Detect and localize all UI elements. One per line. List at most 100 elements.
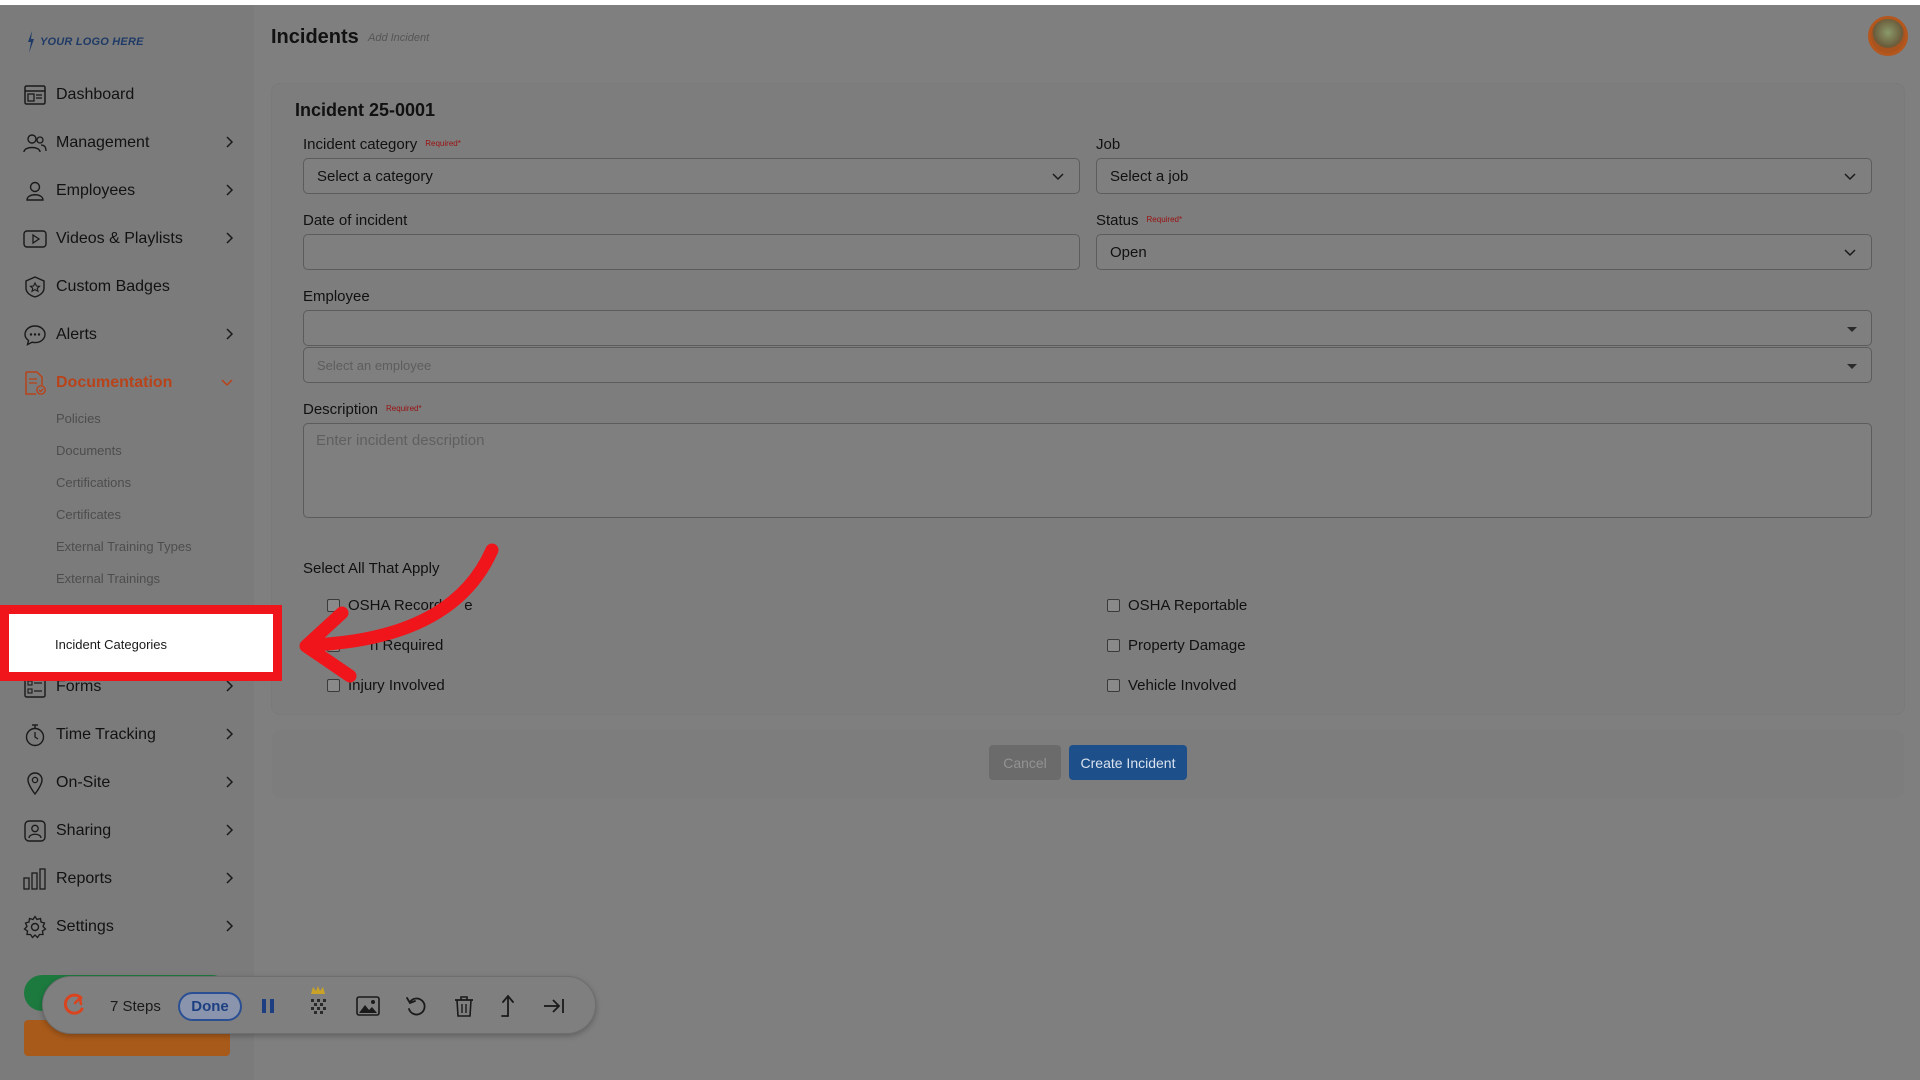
checkbox-injury-involved[interactable]: Injury Involved — [327, 677, 445, 694]
checkbox-property-damage[interactable]: Property Damage — [1107, 637, 1246, 654]
badge-icon — [22, 274, 48, 300]
sidebar-subitem-certificates[interactable]: Certificates — [56, 507, 121, 522]
status-select[interactable]: Open — [1096, 234, 1872, 270]
sidebar-item-label: Employees — [56, 182, 136, 199]
date-of-incident-input[interactable] — [303, 234, 1080, 270]
checkbox-box[interactable] — [327, 599, 340, 612]
blur-icon[interactable] — [305, 985, 331, 1019]
sidebar-item-settings[interactable]: Settings — [22, 912, 242, 942]
cancel-button[interactable]: Cancel — [989, 745, 1061, 780]
employee-search-select[interactable]: Select an employee — [303, 347, 1872, 383]
sidebar-item-alerts[interactable]: Alerts — [22, 320, 242, 350]
checkbox-box[interactable] — [327, 639, 340, 652]
checkbox-label: n Required — [370, 637, 444, 654]
trash-icon[interactable] — [451, 993, 477, 1019]
sidebar-subitem-policies[interactable]: Policies — [56, 411, 101, 426]
sidebar-subitem-external-trainings[interactable]: External Trainings — [56, 571, 160, 586]
sidebar-subitem-documents[interactable]: Documents — [56, 443, 122, 458]
sidebar: YOUR LOGO HERE Dashboard Management Empl… — [0, 5, 254, 1080]
incident-category-select[interactable]: Select a category — [303, 158, 1080, 194]
dropdown-caret-icon — [1847, 327, 1857, 332]
incident-title: Incident 25-0001 — [295, 100, 436, 120]
sidebar-item-label: Documentation — [56, 374, 173, 391]
sidebar-item-label: Management — [56, 134, 150, 151]
sharing-icon — [22, 818, 48, 844]
sidebar-item-videos-playlists[interactable]: Videos & Playlists — [22, 224, 242, 254]
description-textarea[interactable]: Enter incident description — [303, 423, 1872, 518]
sidebar-subitem-certifications[interactable]: Certifications — [56, 475, 131, 490]
undo-icon[interactable] — [403, 993, 429, 1019]
logo-text: YOUR LOGO HERE — [40, 36, 144, 48]
page-title: Incidents — [271, 26, 359, 48]
stopwatch-icon — [22, 722, 48, 748]
employee-select[interactable] — [303, 310, 1872, 346]
skip-to-end-icon[interactable] — [541, 993, 567, 1019]
page-subtitle: Add Incident — [368, 32, 430, 44]
alerts-icon — [22, 322, 48, 348]
checkbox-box[interactable] — [327, 679, 340, 692]
gear-icon — [22, 914, 48, 940]
checkbox-label: Property Damage — [1128, 637, 1246, 654]
image-icon[interactable] — [355, 993, 381, 1019]
sidebar-subitem-external-training-types[interactable]: External Training Types — [56, 539, 192, 554]
job-select[interactable]: Select a job — [1096, 158, 1872, 194]
sidebar-item-management[interactable]: Management — [22, 128, 242, 158]
sidebar-item-label: Reports — [56, 870, 113, 887]
create-incident-button[interactable]: Create Incident — [1069, 745, 1187, 780]
chevron-right-icon — [226, 328, 234, 340]
incident-category-label: Incident category Required* — [303, 136, 461, 153]
checkbox-claim-required[interactable]: n Required — [327, 637, 443, 654]
required-marker: Required* — [425, 139, 461, 148]
checkbox-vehicle-involved[interactable]: Vehicle Involved — [1107, 677, 1236, 694]
checkbox-box[interactable] — [1107, 679, 1120, 692]
date-of-incident-label: Date of incident — [303, 212, 408, 229]
chevron-right-icon — [226, 136, 234, 148]
checkbox-label-tail: e — [464, 597, 473, 614]
avatar[interactable] — [1868, 16, 1908, 56]
pause-icon[interactable] — [255, 993, 281, 1019]
sidebar-item-label: Sharing — [56, 822, 112, 839]
dashboard-icon — [22, 82, 48, 108]
checkbox-box[interactable] — [1107, 639, 1120, 652]
recorder-logo-icon — [63, 993, 84, 1015]
export-icon[interactable] — [495, 993, 521, 1019]
sidebar-item-on-site[interactable]: On-Site — [22, 768, 242, 798]
documentation-icon — [22, 370, 48, 396]
job-label: Job — [1096, 136, 1121, 153]
sidebar-item-label: Custom Badges — [56, 278, 170, 295]
highlight-label: Incident Categories — [55, 637, 168, 652]
sidebar-item-label: Settings — [56, 918, 114, 935]
sidebar-item-custom-badges[interactable]: Custom Badges — [22, 272, 242, 302]
done-button[interactable]: Done — [178, 992, 242, 1021]
sidebar-item-employees[interactable]: Employees — [22, 176, 242, 206]
logo[interactable]: YOUR LOGO HERE — [26, 31, 144, 53]
select-all-heading: Select All That Apply — [303, 560, 440, 577]
status-value: Open — [1110, 243, 1147, 261]
chevron-right-icon — [226, 232, 234, 244]
chevron-right-icon — [226, 920, 234, 932]
sidebar-item-reports[interactable]: Reports — [22, 864, 242, 894]
checkbox-osha-reportable[interactable]: OSHA Reportable — [1107, 597, 1247, 614]
sidebar-item-sharing[interactable]: Sharing — [22, 816, 242, 846]
checkbox-osha-recordable[interactable]: OSHA Record e — [327, 597, 473, 614]
dropdown-caret-icon — [1847, 364, 1857, 369]
employee-icon — [22, 178, 48, 204]
checkbox-label: OSHA Reportable — [1128, 597, 1248, 614]
sidebar-item-dashboard[interactable]: Dashboard — [22, 80, 242, 110]
checkbox-label: Vehicle Involved — [1128, 677, 1237, 694]
checkbox-label: Injury Involved — [348, 677, 445, 694]
chevron-down-icon — [1052, 173, 1064, 181]
chevron-right-icon — [226, 872, 234, 884]
sidebar-item-label: Time Tracking — [56, 726, 156, 743]
recorder-toolbar: 7 Steps Done — [42, 976, 596, 1034]
chevron-right-icon — [226, 184, 234, 196]
management-icon — [22, 130, 48, 156]
highlighted-sidebar-item-incident-categories[interactable]: Incident Categories — [0, 605, 282, 681]
sidebar-item-label: Videos & Playlists — [56, 230, 183, 247]
checkbox-box[interactable] — [1107, 599, 1120, 612]
sidebar-item-time-tracking[interactable]: Time Tracking — [22, 720, 242, 750]
sidebar-item-label: Alerts — [56, 326, 97, 343]
chevron-down-icon — [221, 379, 233, 387]
sidebar-item-documentation[interactable]: Documentation — [22, 368, 242, 398]
employee-label: Employee — [303, 288, 370, 305]
